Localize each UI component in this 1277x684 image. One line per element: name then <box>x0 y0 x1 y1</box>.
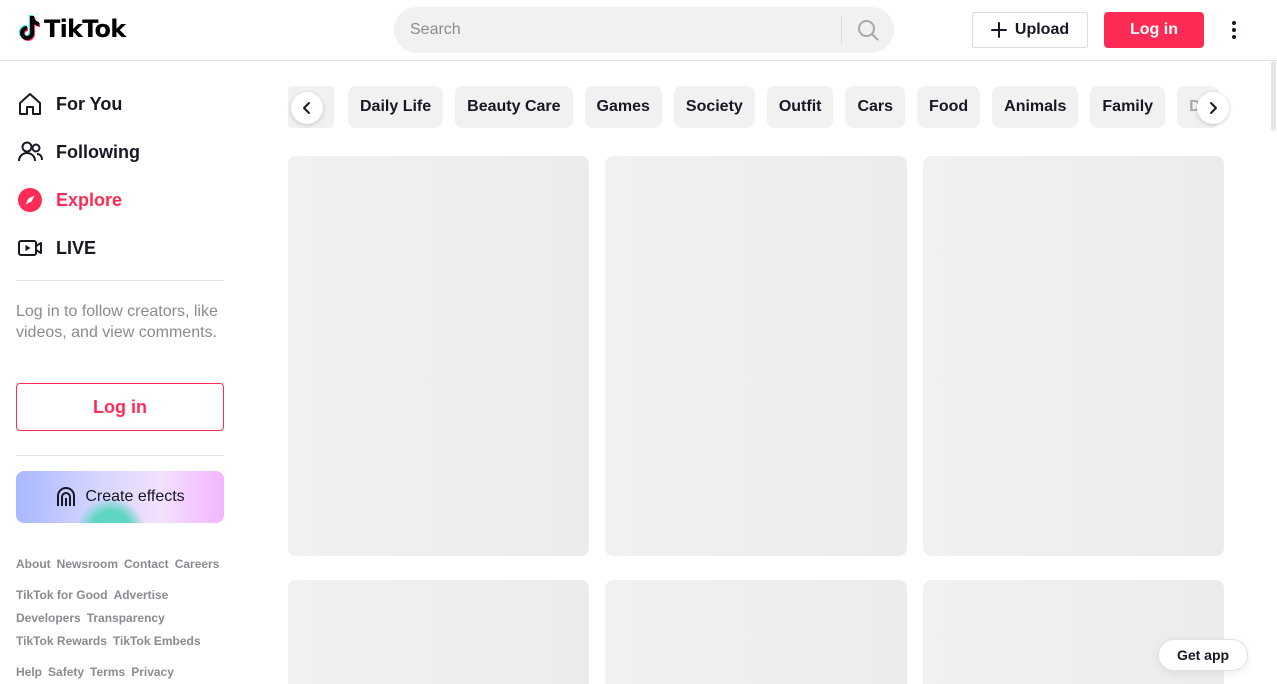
search-input[interactable] <box>410 7 830 53</box>
video-card-placeholder[interactable] <box>288 580 589 684</box>
nav-following[interactable]: Following <box>16 128 224 176</box>
create-effects-label: Create effects <box>85 488 185 505</box>
footer-link-newsroom[interactable]: Newsroom <box>57 557 118 571</box>
effects-house-icon <box>57 487 76 506</box>
category-chip-list: Daily Life Beauty Care Games Society Out… <box>348 86 1219 128</box>
video-card-placeholder[interactable] <box>605 580 907 684</box>
category-chip[interactable]: Society <box>673 86 755 128</box>
nav-for-you[interactable]: For You <box>16 80 224 128</box>
footer-link-tiktok-rewards[interactable]: TikTok Rewards <box>16 634 107 648</box>
tiktok-logo[interactable]: TikTok <box>16 14 126 44</box>
footer-link-privacy[interactable]: Privacy <box>131 665 174 679</box>
search-divider <box>841 16 842 44</box>
nav-for-you-label: For You <box>56 93 123 114</box>
category-chip[interactable]: Food <box>917 86 981 128</box>
page-scrollbar[interactable] <box>1271 61 1276 131</box>
footer-link-tiktok-embeds[interactable]: TikTok Embeds <box>113 634 201 648</box>
footer-link-help[interactable]: Help <box>16 665 42 679</box>
sidebar-divider <box>16 280 224 281</box>
footer-link-developers[interactable]: Developers <box>16 611 81 625</box>
footer-link-terms[interactable]: Terms <box>90 665 125 679</box>
category-chip[interactable]: Daily Life <box>348 86 444 128</box>
category-chip[interactable]: Family <box>1090 86 1166 128</box>
top-header: TikTok Upload Log in <box>0 0 1277 61</box>
nav-following-label: Following <box>56 141 140 162</box>
live-icon <box>16 234 44 262</box>
footer-link-transparency[interactable]: Transparency <box>87 611 165 625</box>
header-login-button[interactable]: Log in <box>1104 12 1204 48</box>
footer-link-advertise[interactable]: Advertise <box>114 588 169 602</box>
footer-link-careers[interactable]: Careers <box>175 557 220 571</box>
footer-links-row: Help Safety Terms Privacy <box>16 665 224 679</box>
category-scroll-left-button[interactable] <box>291 92 323 124</box>
footer-link-about[interactable]: About <box>16 557 51 571</box>
tiktok-logo-icon <box>19 15 40 41</box>
upload-label: Upload <box>1014 21 1070 38</box>
footer-link-tiktok-for-good[interactable]: TikTok for Good <box>16 588 108 602</box>
video-card-placeholder[interactable] <box>923 156 1224 556</box>
search-button[interactable] <box>846 7 890 53</box>
upload-button[interactable]: Upload <box>972 12 1088 48</box>
create-effects-button[interactable]: Create effects <box>16 471 224 523</box>
footer-links-row: TikTok for Good Advertise <box>16 588 224 602</box>
footer-links-row: About Newsroom Contact Careers <box>16 557 224 571</box>
login-prompt-text: Log in to follow creators, like videos, … <box>16 303 218 341</box>
search-icon <box>858 20 879 41</box>
nav-live-label: LIVE <box>56 237 97 258</box>
sidebar-login-button[interactable]: Log in <box>16 383 224 431</box>
category-bar: Daily Life Beauty Care Games Society Out… <box>288 86 1232 128</box>
get-app-button[interactable]: Get app <box>1158 639 1248 671</box>
logo-text: TikTok <box>44 15 126 43</box>
video-card-placeholder[interactable] <box>288 156 589 556</box>
sidebar: For You Following Explore LIVE Log in to… <box>0 61 240 684</box>
category-chip[interactable]: Animals <box>992 86 1079 128</box>
category-chip[interactable]: Outfit <box>766 86 834 128</box>
following-icon <box>16 138 44 166</box>
plus-icon <box>990 22 1007 38</box>
more-vertical-icon <box>1232 21 1236 39</box>
sidebar-divider <box>16 455 224 456</box>
compass-icon <box>16 186 44 214</box>
footer-links-row: TikTok Rewards TikTok Embeds <box>16 634 224 648</box>
category-chip[interactable]: Beauty Care <box>455 86 573 128</box>
chevron-right-icon <box>1210 102 1217 114</box>
video-card-placeholder[interactable] <box>605 156 907 556</box>
nav-explore-label: Explore <box>56 189 123 210</box>
nav-explore[interactable]: Explore <box>16 176 224 224</box>
footer-link-contact[interactable]: Contact <box>124 557 169 571</box>
category-scroll-right-button[interactable] <box>1197 92 1229 124</box>
nav-live[interactable]: LIVE <box>16 224 224 272</box>
category-chip[interactable]: Games <box>584 86 662 128</box>
footer-link-safety[interactable]: Safety <box>48 665 84 679</box>
chevron-left-icon <box>303 102 310 114</box>
more-options-button[interactable] <box>1222 14 1246 46</box>
category-chip[interactable]: Cars <box>845 86 906 128</box>
search-bar <box>394 7 894 53</box>
home-icon <box>16 90 44 118</box>
footer-links-row: Developers Transparency <box>16 611 224 625</box>
